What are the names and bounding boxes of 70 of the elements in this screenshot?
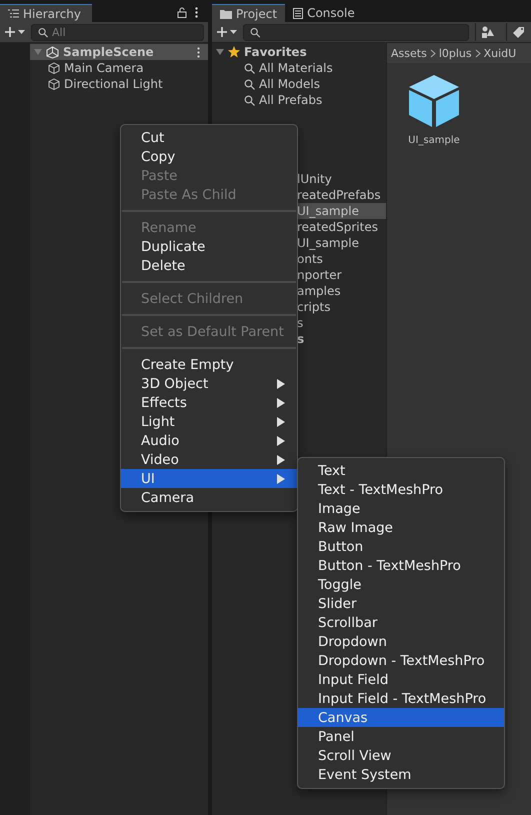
hierarchy-tab[interactable]: Hierarchy bbox=[0, 4, 92, 22]
menu-item[interactable]: Canvas bbox=[298, 708, 504, 727]
menu-item[interactable]: Raw Image bbox=[298, 518, 504, 537]
list-icon bbox=[8, 9, 19, 18]
chevron-right-icon bbox=[430, 48, 436, 58]
add-button[interactable] bbox=[216, 26, 237, 38]
breadcrumb-link[interactable]: Assets bbox=[391, 46, 427, 60]
menu-item[interactable]: Toggle bbox=[298, 575, 504, 594]
menu-item[interactable]: Text - TextMeshPro bbox=[298, 480, 504, 499]
hierarchy-item[interactable]: Directional Light bbox=[30, 76, 208, 92]
prefab-cube-icon[interactable] bbox=[406, 73, 462, 129]
shapes-icon bbox=[481, 26, 495, 38]
menu-item[interactable]: Input Field bbox=[298, 670, 504, 689]
breadcrumb-link[interactable]: XuidU bbox=[484, 46, 516, 60]
menu-item[interactable]: Scrollbar bbox=[298, 613, 504, 632]
caret-icon bbox=[18, 30, 25, 34]
search-icon bbox=[244, 94, 255, 106]
menu-item[interactable]: Image bbox=[298, 499, 504, 518]
hierarchy-item[interactable]: Main Camera bbox=[30, 60, 208, 76]
menu-item[interactable]: Button - TextMeshPro bbox=[298, 556, 504, 575]
folder-icon bbox=[220, 8, 232, 18]
cube-icon bbox=[48, 78, 60, 90]
menu-item[interactable]: Cut bbox=[121, 128, 297, 147]
menu-item[interactable]: UI bbox=[121, 469, 297, 488]
menu-item[interactable]: Button bbox=[298, 537, 504, 556]
search-icon bbox=[250, 26, 260, 38]
menu-item[interactable]: Dropdown - TextMeshPro bbox=[298, 651, 504, 670]
panel-tab[interactable]: Project bbox=[212, 4, 286, 22]
menu-item[interactable]: Dropdown bbox=[298, 632, 504, 651]
list-icon bbox=[293, 8, 304, 18]
add-button[interactable] bbox=[4, 26, 25, 38]
search-icon bbox=[244, 62, 255, 74]
menu-item[interactable]: Light bbox=[121, 412, 297, 431]
collapse-arrow-icon bbox=[216, 48, 224, 56]
menu-item[interactable]: Delete bbox=[121, 256, 297, 275]
search-field[interactable]: All bbox=[31, 24, 204, 40]
menu-item[interactable]: Slider bbox=[298, 594, 504, 613]
lock-icon[interactable] bbox=[177, 7, 187, 18]
menu-item[interactable]: Create Empty bbox=[121, 355, 297, 374]
menu-item[interactable]: Event System bbox=[298, 765, 504, 784]
search-icon bbox=[38, 26, 48, 38]
tag-icon bbox=[513, 26, 525, 38]
menu-item[interactable]: Text bbox=[298, 461, 504, 480]
menu-item[interactable]: 3D Object bbox=[121, 374, 297, 393]
menu-item[interactable]: Audio bbox=[121, 431, 297, 450]
hierarchy-item[interactable]: SampleScene bbox=[30, 44, 208, 60]
plus-icon bbox=[216, 26, 228, 38]
menu-item[interactable]: Scroll View bbox=[298, 746, 504, 765]
plus-icon bbox=[4, 26, 16, 38]
menu-item[interactable]: Copy bbox=[121, 147, 297, 166]
caret-icon bbox=[230, 30, 237, 34]
menu-item[interactable]: Video bbox=[121, 450, 297, 469]
cube-icon bbox=[48, 62, 60, 74]
menu-item[interactable]: Input Field - TextMeshPro bbox=[298, 689, 504, 708]
menu-item[interactable]: Panel bbox=[298, 727, 504, 746]
menu-item[interactable]: Camera bbox=[121, 488, 297, 507]
chevron-right-icon bbox=[474, 48, 481, 58]
favorites-item[interactable]: Favorites bbox=[212, 44, 386, 60]
search-icon bbox=[244, 78, 255, 90]
more-icon[interactable] bbox=[195, 7, 198, 18]
favorites-item[interactable]: All Models bbox=[212, 76, 386, 92]
breadcrumb-link[interactable]: l0plus bbox=[438, 46, 472, 60]
star-icon bbox=[228, 46, 240, 58]
more-icon[interactable] bbox=[197, 46, 200, 58]
search-field[interactable] bbox=[243, 24, 469, 40]
favorites-item[interactable]: All Prefabs bbox=[212, 92, 386, 108]
asset-label: UI_sample bbox=[408, 135, 460, 146]
menu-item[interactable]: Duplicate bbox=[121, 237, 297, 256]
favorites-item[interactable]: All Materials bbox=[212, 60, 386, 76]
menu-item[interactable]: Effects bbox=[121, 393, 297, 412]
